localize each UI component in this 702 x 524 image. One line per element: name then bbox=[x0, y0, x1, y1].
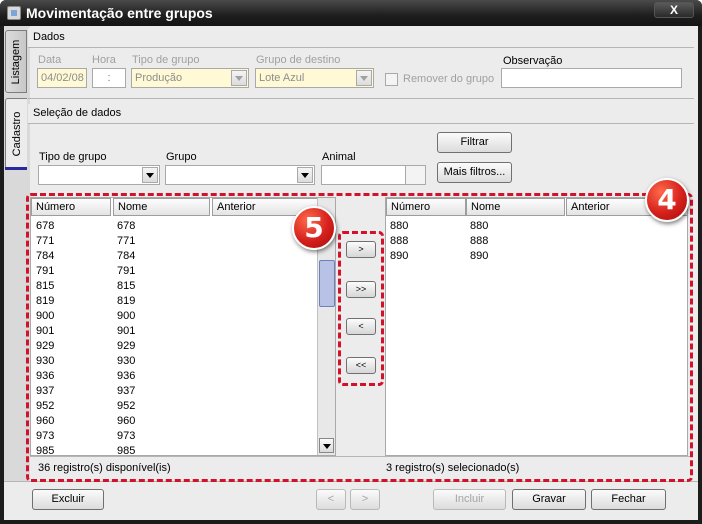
tab-listagem[interactable]: Listagem bbox=[5, 30, 27, 93]
close-button[interactable]: X bbox=[654, 2, 694, 18]
grupo-destino-combo[interactable]: Lote Azul bbox=[255, 68, 374, 88]
chevron-down-icon[interactable] bbox=[142, 167, 158, 183]
data-label: Data bbox=[38, 54, 62, 66]
filtro-tipo-grupo-combo[interactable] bbox=[38, 165, 160, 185]
filtro-grupo-label: Grupo bbox=[166, 151, 197, 163]
prev-button[interactable]: < bbox=[316, 489, 346, 510]
filtrar-button[interactable]: Filtrar bbox=[437, 132, 512, 153]
filtro-grupo-combo[interactable] bbox=[165, 165, 315, 185]
mais-filtros-button[interactable]: Mais filtros... bbox=[437, 162, 512, 183]
window-title: Movimentação entre grupos bbox=[26, 5, 213, 21]
next-button[interactable]: > bbox=[350, 489, 380, 510]
tipo-grupo-value: Produção bbox=[135, 72, 183, 84]
section-selecao: Seleção de dados bbox=[28, 104, 694, 124]
tab-listagem-label: Listagem bbox=[10, 39, 22, 84]
chevron-down-icon[interactable] bbox=[231, 70, 247, 86]
app-window: Movimentação entre grupos X Listagem Cad… bbox=[0, 0, 702, 524]
hora-field[interactable]: : bbox=[92, 68, 126, 88]
remover-label: Remover do grupo bbox=[403, 73, 495, 85]
fechar-button[interactable]: Fechar bbox=[591, 489, 666, 510]
title-bar: Movimentação entre grupos X bbox=[0, 0, 702, 26]
observacao-label: Observação bbox=[503, 55, 563, 67]
filtro-tipo-grupo-label: Tipo de grupo bbox=[39, 151, 107, 163]
grupo-destino-value: Lote Azul bbox=[259, 72, 305, 84]
animal-search-button[interactable] bbox=[405, 166, 425, 184]
observacao-field[interactable] bbox=[501, 68, 682, 88]
grupo-destino-label: Grupo de destino bbox=[256, 54, 341, 66]
excluir-button[interactable]: Excluir bbox=[32, 489, 104, 510]
tab-cadastro[interactable]: Cadastro bbox=[5, 98, 27, 170]
annotation-box-5 bbox=[338, 231, 384, 386]
chevron-down-icon[interactable] bbox=[356, 70, 372, 86]
section-dados: Dados bbox=[28, 28, 694, 48]
hora-label: Hora bbox=[92, 54, 116, 66]
annotation-badge-5: 5 bbox=[292, 206, 336, 250]
tipo-grupo-combo[interactable]: Produção bbox=[131, 68, 249, 88]
tipo-grupo-label: Tipo de grupo bbox=[132, 54, 200, 66]
chevron-down-icon[interactable] bbox=[297, 167, 313, 183]
animal-field[interactable] bbox=[321, 165, 426, 185]
animal-label: Animal bbox=[322, 151, 356, 163]
tab-cadastro-label: Cadastro bbox=[10, 111, 23, 156]
remover-checkbox[interactable] bbox=[385, 73, 398, 86]
data-field[interactable]: 04/02/08 bbox=[37, 68, 87, 88]
annotation-badge-4: 4 bbox=[645, 178, 689, 222]
section-divider bbox=[28, 98, 694, 99]
app-icon bbox=[7, 6, 21, 20]
gravar-button[interactable]: Gravar bbox=[512, 489, 586, 510]
incluir-button[interactable]: Incluir bbox=[433, 489, 506, 510]
